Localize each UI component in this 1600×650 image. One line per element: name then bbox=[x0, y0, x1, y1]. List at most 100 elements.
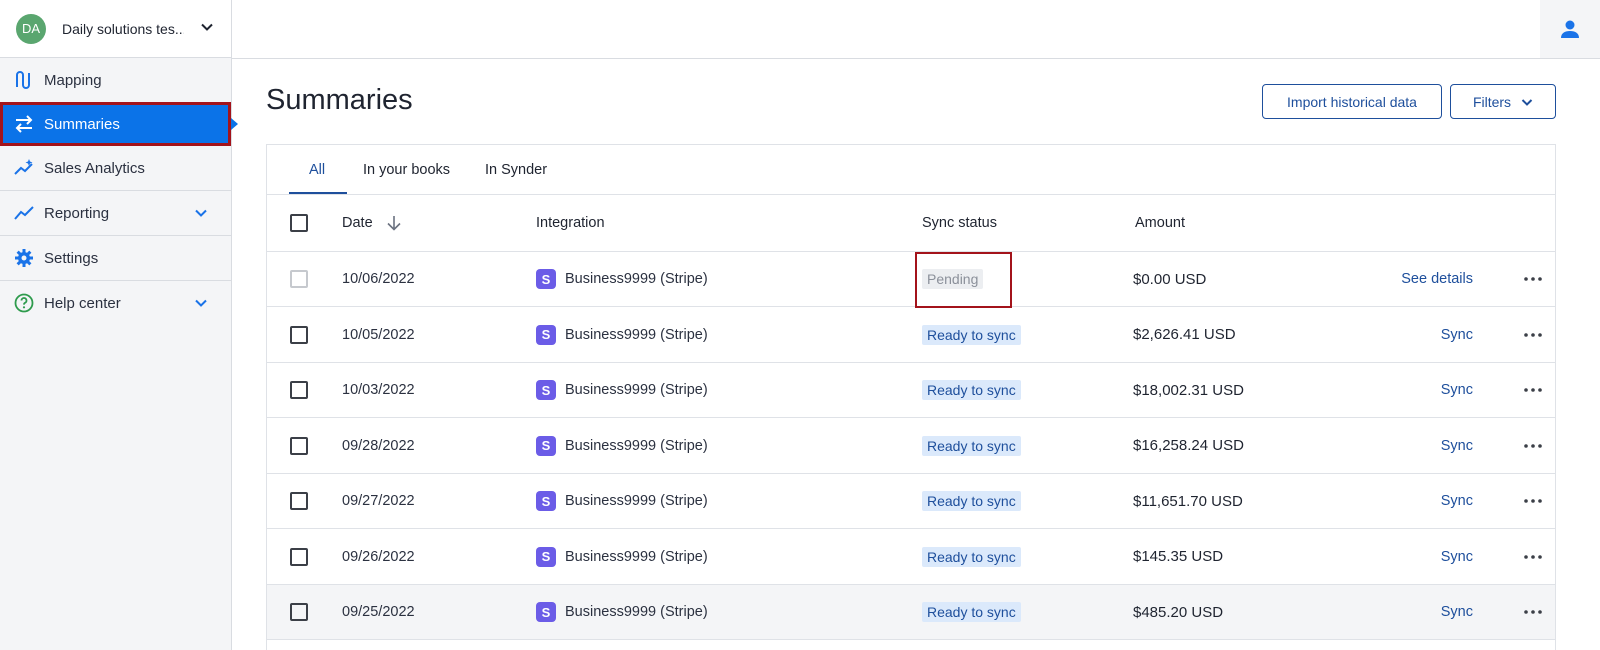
row-integration: S Business9999 (Stripe) bbox=[536, 419, 708, 473]
status-badge: Ready to sync bbox=[922, 324, 1021, 345]
more-options-icon[interactable] bbox=[1523, 530, 1543, 584]
see-details-link[interactable]: See details bbox=[1401, 252, 1473, 306]
table-row[interactable]: 10/03/2022 S Business9999 (Stripe) Ready to… bbox=[267, 363, 1555, 418]
row-amount: $18,002.31 USD bbox=[1133, 381, 1244, 399]
sidebar-item-settings[interactable]: Settings bbox=[0, 236, 231, 280]
date-column-header[interactable]: Date bbox=[342, 195, 403, 251]
table-row[interactable]: 10/06/2022 S Business9999 (Stripe) Pending $… bbox=[267, 252, 1555, 308]
row-checkbox[interactable] bbox=[290, 381, 308, 399]
row-integration: S Business9999 (Stripe) bbox=[536, 308, 708, 362]
help-circle-icon bbox=[14, 293, 34, 313]
row-checkbox[interactable] bbox=[290, 603, 308, 621]
row-integration: S Business9999 (Stripe) bbox=[536, 363, 708, 417]
row-amount: $16,258.24 USD bbox=[1133, 437, 1244, 454]
more-options-icon[interactable] bbox=[1523, 585, 1543, 639]
filters-button[interactable]: Filters bbox=[1450, 84, 1556, 119]
stripe-logo-icon: S bbox=[536, 269, 556, 289]
sidebar-item-sales-analytics[interactable]: Sales Analytics bbox=[0, 146, 231, 190]
integration-name: Business9999 (Stripe) bbox=[565, 382, 708, 398]
sidebar: DA Daily solutions tes... Mapping Summar… bbox=[0, 0, 238, 650]
row-integration: S Business9999 (Stripe) bbox=[536, 530, 708, 584]
status-badge: Ready to sync bbox=[922, 602, 1021, 622]
row-date: 09/28/2022 bbox=[342, 437, 415, 454]
sidebar-item-help-center[interactable]: Help center bbox=[0, 281, 231, 325]
row-checkbox bbox=[290, 270, 308, 288]
sidebar-item-label: Settings bbox=[44, 249, 99, 267]
user-menu-button[interactable] bbox=[1540, 0, 1600, 58]
stripe-logo-icon: S bbox=[536, 380, 556, 400]
row-amount: $11,651.70 USD bbox=[1133, 492, 1243, 510]
select-all-checkbox[interactable] bbox=[290, 214, 308, 232]
row-integration: S Business9999 (Stripe) bbox=[536, 474, 708, 528]
more-options-icon[interactable] bbox=[1523, 363, 1543, 417]
swap-arrows-icon bbox=[14, 114, 34, 134]
row-amount: $145.35 USD bbox=[1133, 548, 1224, 565]
sync-link[interactable]: Sync bbox=[1441, 419, 1473, 473]
amount-column-header: Amount bbox=[1135, 215, 1185, 231]
row-date: 10/05/2022 bbox=[342, 326, 415, 343]
row-date: 09/27/2022 bbox=[342, 493, 415, 509]
sync-link[interactable]: Sync bbox=[1441, 308, 1473, 362]
table-row[interactable]: 10/05/2022 S Business9999 (Stripe) Ready to… bbox=[267, 308, 1555, 363]
integration-name: Business9999 (Stripe) bbox=[565, 548, 708, 565]
table-row[interactable]: 09/28/2022 S Business9999 (Stripe) Ready to… bbox=[267, 419, 1555, 474]
integration-name: Business9999 (Stripe) bbox=[565, 493, 708, 509]
mapping-icon bbox=[14, 70, 34, 90]
row-checkbox[interactable] bbox=[290, 325, 308, 344]
table-row[interactable]: 09/26/2022 S Business9999 (Stripe) Ready to… bbox=[267, 530, 1555, 585]
more-options-icon[interactable] bbox=[1523, 252, 1543, 306]
chevron-down-icon[interactable] bbox=[194, 206, 208, 220]
row-date: 09/26/2022 bbox=[342, 548, 415, 565]
row-sync-status: Ready to sync bbox=[922, 530, 1021, 584]
stripe-logo-icon: S bbox=[536, 491, 556, 511]
sync-link[interactable]: Sync bbox=[1441, 363, 1473, 417]
user-icon bbox=[1561, 20, 1579, 38]
row-date: 10/03/2022 bbox=[342, 382, 415, 398]
chevron-down-icon bbox=[1521, 98, 1533, 106]
row-checkbox[interactable] bbox=[290, 436, 308, 455]
integration-name: Business9999 (Stripe) bbox=[565, 604, 708, 620]
row-sync-status: Ready to sync bbox=[922, 419, 1021, 473]
row-date: 10/06/2022 bbox=[342, 271, 415, 287]
row-amount: $485.20 USD bbox=[1133, 603, 1224, 621]
tab-in-your-books[interactable]: In your books bbox=[363, 162, 450, 178]
row-sync-status: Ready to sync bbox=[922, 308, 1021, 362]
tab-all[interactable]: All bbox=[309, 162, 325, 178]
highlight-box bbox=[915, 252, 1012, 308]
import-historical-data-button[interactable]: Import historical data bbox=[1262, 84, 1442, 119]
sidebar-item-summaries[interactable]: Summaries bbox=[0, 102, 238, 146]
gear-icon bbox=[14, 248, 34, 268]
account-name: Daily solutions tes... bbox=[62, 20, 184, 37]
sync-link[interactable]: Sync bbox=[1441, 585, 1473, 639]
sidebar-item-mapping[interactable]: Mapping bbox=[0, 58, 231, 102]
sidebar-item-reporting[interactable]: Reporting bbox=[0, 191, 231, 235]
sidebar-item-label: Reporting bbox=[44, 204, 110, 222]
table-row[interactable]: 09/27/2022 S Business9999 (Stripe) Ready to… bbox=[267, 474, 1555, 529]
row-sync-status: Ready to sync bbox=[922, 585, 1021, 639]
row-checkbox[interactable] bbox=[290, 492, 308, 510]
page-title: Summaries bbox=[266, 84, 413, 116]
stripe-logo-icon: S bbox=[536, 435, 556, 456]
more-options-icon[interactable] bbox=[1523, 474, 1543, 528]
row-checkbox[interactable] bbox=[290, 547, 308, 566]
sort-arrow-down-icon[interactable] bbox=[385, 214, 403, 232]
trend-line-icon bbox=[14, 203, 34, 223]
import-button-label: Import historical data bbox=[1287, 93, 1417, 110]
date-header-label: Date bbox=[342, 215, 373, 231]
sidebar-item-label: Sales Analytics bbox=[44, 159, 145, 177]
more-options-icon[interactable] bbox=[1523, 308, 1543, 362]
sync-link[interactable]: Sync bbox=[1441, 474, 1473, 528]
chevron-down-icon[interactable] bbox=[194, 296, 208, 310]
row-integration: S Business9999 (Stripe) bbox=[536, 585, 708, 639]
sync-link[interactable]: Sync bbox=[1441, 530, 1473, 584]
row-amount: $0.00 USD bbox=[1133, 270, 1207, 288]
status-badge: Ready to sync bbox=[922, 491, 1021, 511]
account-switcher[interactable]: DA Daily solutions tes... bbox=[0, 0, 231, 58]
avatar: DA bbox=[16, 13, 46, 44]
tab-in-synder[interactable]: In Synder bbox=[485, 162, 547, 178]
stripe-logo-icon: S bbox=[536, 324, 556, 345]
active-tab-indicator bbox=[289, 192, 347, 194]
chevron-down-icon[interactable] bbox=[200, 20, 214, 34]
more-options-icon[interactable] bbox=[1523, 419, 1543, 473]
table-row[interactable]: 09/25/2022 S Business9999 (Stripe) Ready to… bbox=[267, 585, 1555, 640]
